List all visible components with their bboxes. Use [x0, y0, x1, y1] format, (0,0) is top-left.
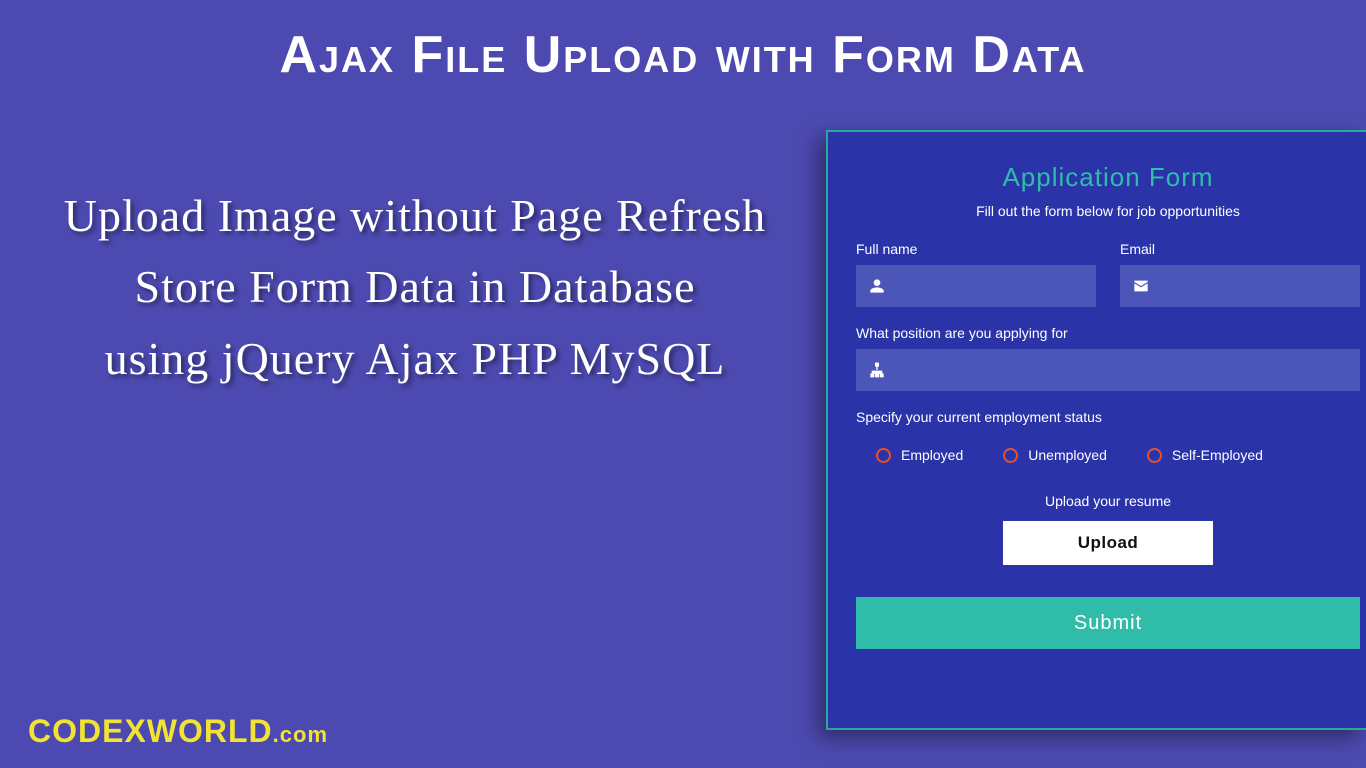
position-label: What position are you applying for [856, 325, 1360, 341]
radio-employed[interactable]: Employed [876, 447, 963, 463]
user-icon [856, 278, 898, 294]
application-form-panel: Application Form Fill out the form below… [826, 130, 1366, 730]
upload-label: Upload your resume [856, 493, 1360, 509]
subtext-line3: using jQuery Ajax PHP MySQL [25, 323, 805, 394]
radio-employed-label: Employed [901, 447, 963, 463]
position-input[interactable] [898, 362, 1360, 378]
form-title: Application Form [856, 162, 1360, 193]
envelope-icon [1120, 278, 1162, 294]
radio-self-employed-label: Self-Employed [1172, 447, 1263, 463]
radio-unemployed-label: Unemployed [1028, 447, 1107, 463]
brand-tld: .com [273, 722, 328, 747]
fullname-input[interactable] [898, 278, 1096, 294]
radio-circle-icon [876, 448, 891, 463]
sitemap-icon [856, 362, 898, 378]
submit-button[interactable]: Submit [856, 597, 1360, 649]
brand-logo: CODEXWORLD.com [28, 713, 328, 750]
radio-unemployed[interactable]: Unemployed [1003, 447, 1107, 463]
upload-button[interactable]: Upload [1003, 521, 1213, 565]
status-label: Specify your current employment status [856, 409, 1360, 425]
email-input[interactable] [1162, 278, 1360, 294]
radio-self-employed[interactable]: Self-Employed [1147, 447, 1263, 463]
brand-name: CODEXWORLD [28, 713, 273, 749]
form-subtitle: Fill out the form below for job opportun… [856, 203, 1360, 219]
radio-circle-icon [1003, 448, 1018, 463]
subtext-line2: Store Form Data in Database [25, 251, 805, 322]
page-title: Ajax File Upload with Form Data [0, 0, 1366, 85]
email-label: Email [1120, 241, 1360, 257]
radio-circle-icon [1147, 448, 1162, 463]
subtext-line1: Upload Image without Page Refresh [25, 180, 805, 251]
promo-subtext: Upload Image without Page Refresh Store … [25, 180, 805, 394]
fullname-label: Full name [856, 241, 1096, 257]
